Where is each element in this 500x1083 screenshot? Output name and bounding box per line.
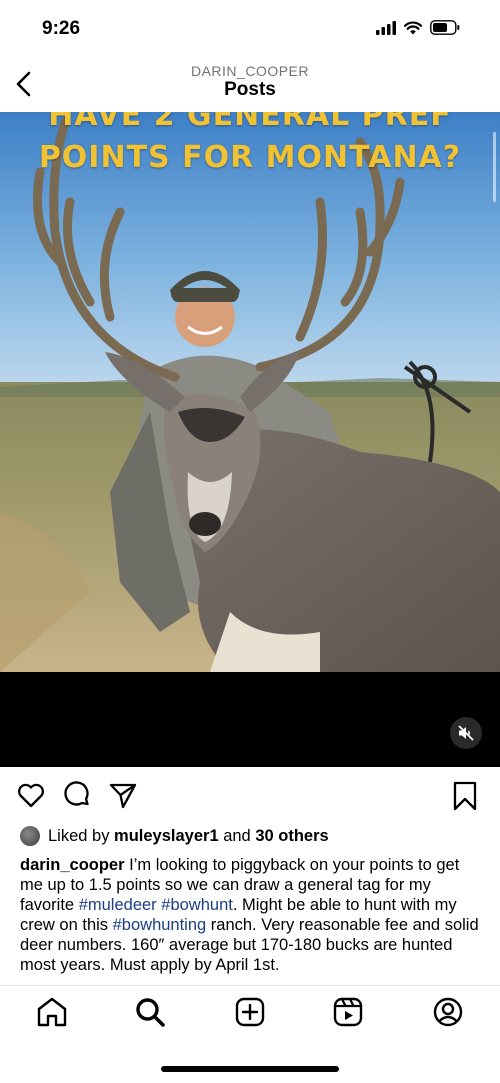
cellular-signal-icon (376, 20, 396, 35)
search-icon[interactable] (132, 994, 168, 1030)
post-caption: darin_cooper I’m looking to piggyback on… (20, 855, 482, 975)
overlay-text-line1: HAVE 2 GENERAL PREF (48, 112, 452, 133)
heart-icon[interactable] (16, 780, 46, 810)
hashtag-bowhunting[interactable]: #bowhunting (113, 916, 207, 934)
status-time: 9:26 (42, 18, 81, 39)
create-icon[interactable] (232, 994, 268, 1030)
overlay-text-line2: POINTS FOR MONTANA? (38, 140, 462, 175)
liker-avatar (20, 826, 40, 846)
home-icon[interactable] (34, 994, 70, 1030)
page-title: Posts (224, 79, 276, 100)
wifi-icon (404, 21, 422, 34)
post-actions (16, 780, 138, 810)
profile-icon[interactable] (430, 994, 466, 1030)
media-scroll-indicator (493, 132, 496, 202)
bottom-nav (0, 994, 500, 1034)
battery-icon (430, 20, 460, 35)
home-indicator (161, 1066, 339, 1072)
caption-username[interactable]: darin_cooper (20, 856, 125, 874)
header-username: DARIN_COOPER (190, 63, 310, 79)
share-icon[interactable] (108, 780, 138, 810)
hashtag-muledeer[interactable]: #muledeer (79, 896, 157, 914)
speaker-muted-icon (458, 725, 474, 741)
reels-icon[interactable] (330, 994, 366, 1030)
status-icons (376, 20, 460, 35)
hashtag-bowhunt[interactable]: #bowhunt (161, 896, 233, 914)
likes-others-link[interactable]: 30 others (255, 827, 328, 846)
likes-and: and (218, 826, 256, 845)
post-photo (0, 112, 500, 672)
bookmark-icon[interactable] (452, 781, 478, 811)
likes-prefix: Liked by (48, 826, 115, 845)
liked-user-link[interactable]: muleyslayer1 (114, 827, 219, 846)
post-media[interactable]: HAVE 2 GENERAL PREF POINTS FOR MONTANA? (0, 112, 500, 767)
comment-icon[interactable] (62, 780, 92, 810)
mute-button[interactable] (450, 717, 482, 749)
likes-summary[interactable]: Liked by muleyslayer1 and 30 others (20, 826, 329, 846)
nav-divider (0, 985, 500, 986)
